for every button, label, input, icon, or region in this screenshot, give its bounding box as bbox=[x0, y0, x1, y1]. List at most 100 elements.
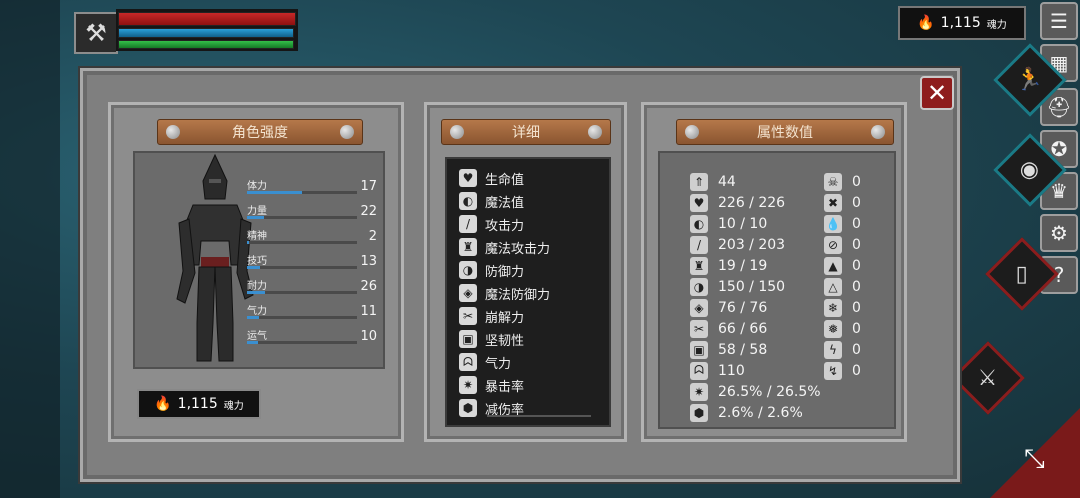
stat-fill bbox=[247, 291, 265, 294]
attribute-row: ϟ0 bbox=[824, 339, 861, 360]
soul-unit: 魂力 bbox=[986, 19, 1007, 31]
soul-button[interactable]: 🔥 1,115 魂力 bbox=[137, 389, 261, 419]
bolt-icon bbox=[588, 125, 602, 139]
attribute-row: ◈ 76 / 76 bbox=[690, 297, 767, 318]
heart-icon: ♥ bbox=[690, 193, 708, 212]
list-item[interactable]: ▣ 坚韧性 bbox=[459, 328, 609, 350]
strength-title: 角色强度 bbox=[232, 125, 288, 141]
attribute-row: ✖ 0 bbox=[824, 192, 861, 213]
knight-figure bbox=[176, 153, 254, 362]
reduction-icon: ⬢ bbox=[690, 403, 708, 422]
list-item[interactable]: ✂ 崩解力 bbox=[459, 305, 609, 327]
attribute-row: △ 0 bbox=[824, 276, 861, 297]
settings-button[interactable]: ⚙ bbox=[1040, 214, 1078, 252]
shield-icon: ◑ bbox=[459, 261, 477, 279]
stat-row: 力量 22 bbox=[247, 204, 377, 219]
helmet-icon: ⛑ bbox=[1046, 95, 1072, 119]
bolt-icon bbox=[450, 125, 464, 139]
stat-row: 运气 10 bbox=[247, 329, 377, 344]
soul-unit: 魂力 bbox=[223, 400, 244, 412]
shield-icon: ◑ bbox=[690, 277, 708, 296]
list-item[interactable]: ◈ 魔法防御力 bbox=[459, 282, 609, 304]
flame-icon: 🔥 bbox=[917, 15, 935, 31]
stat-fill bbox=[247, 216, 264, 219]
details-title: 详细 bbox=[512, 125, 540, 141]
stat-fill bbox=[247, 241, 250, 244]
sword-icon: / bbox=[459, 215, 477, 233]
stat-fill bbox=[247, 316, 260, 319]
attribute-row: ❅ 0 bbox=[824, 318, 861, 339]
expand-icon[interactable]: ⤡ bbox=[1024, 444, 1045, 475]
attribute-row: ⇑ 44 bbox=[690, 171, 736, 192]
attribute-row: ᗣ 110 bbox=[690, 360, 745, 381]
crit-icon: ✷ bbox=[459, 376, 477, 394]
stat-row: 耐力 26 bbox=[247, 279, 377, 294]
bolt-icon bbox=[166, 125, 180, 139]
break-icon: ✂ bbox=[690, 319, 708, 338]
reduction-icon: ⬢ bbox=[459, 399, 477, 417]
list-item[interactable]: ✷ 暴击率 bbox=[459, 374, 609, 396]
attribute-row: ▣ 58 / 58 bbox=[690, 339, 767, 360]
stat-fill bbox=[247, 266, 261, 269]
attribute-row: ↯ 0 bbox=[824, 360, 861, 381]
stat-row: 技巧 13 bbox=[247, 254, 377, 269]
attribute-row: ◐ 10 / 10 bbox=[690, 213, 767, 234]
character-preview: 体力 17 力量 22 精神 2 技巧 13 耐力 26 气力 11 运气 10 bbox=[133, 151, 385, 369]
mana-bar bbox=[118, 28, 294, 38]
lungs-icon: ᗣ bbox=[690, 361, 708, 380]
crit-icon: ✷ bbox=[690, 382, 708, 401]
attribute-row: ✂ 66 / 66 bbox=[690, 318, 767, 339]
list-item[interactable]: ᗣ 气力 bbox=[459, 351, 609, 373]
stat-row: 气力 11 bbox=[247, 304, 377, 319]
bolt-icon bbox=[685, 125, 699, 139]
details-list[interactable]: ♥ 生命值 ◐ 魔法值 / 攻击力 ♜ 魔法攻击力 ◑ 防御力 ◈ 魔法防御力 ✂ 崩解力 ▣… bbox=[445, 157, 611, 427]
skull-icon: ☠ bbox=[824, 172, 842, 191]
list-item[interactable]: ◐ 魔法值 bbox=[459, 190, 609, 212]
axe-icon[interactable]: ⚒ bbox=[74, 12, 118, 54]
bolt-icon bbox=[871, 125, 885, 139]
break-icon: ✂ bbox=[459, 307, 477, 325]
attribute-row: ❄ 0 bbox=[824, 297, 861, 318]
attribute-row: ♜ 19 / 19 bbox=[690, 255, 767, 276]
list-icon: ☰ bbox=[1050, 9, 1068, 33]
attribute-row: ☠ 0 bbox=[824, 171, 861, 192]
level-icon: ⇑ bbox=[690, 172, 708, 191]
attributes-title: 属性数值 bbox=[757, 125, 813, 141]
list-item[interactable]: ♥ 生命值 bbox=[459, 167, 609, 189]
magic-shield-icon: ◈ bbox=[459, 284, 477, 302]
helmet-icon: ▣ bbox=[459, 330, 477, 348]
magic-shield-icon: ◈ bbox=[690, 298, 708, 317]
blood-icon: 💧 bbox=[824, 214, 842, 233]
fire-icon: ▲ bbox=[824, 256, 842, 275]
attribute-row: 💧 0 bbox=[824, 214, 861, 233]
stat-fill bbox=[247, 341, 258, 344]
background-shadow bbox=[0, 0, 60, 498]
list-item[interactable]: ♜ 魔法攻击力 bbox=[459, 236, 609, 258]
gear-icon: ⚙ bbox=[1050, 221, 1068, 245]
health-bar bbox=[118, 12, 296, 26]
lightning-resist-icon: ↯ bbox=[824, 361, 842, 380]
stat-row: 精神 2 bbox=[247, 229, 377, 244]
frost-icon: ❄ bbox=[824, 298, 842, 317]
lightning-icon: ϟ bbox=[824, 340, 842, 359]
list-item[interactable]: ◑ 防御力 bbox=[459, 259, 609, 281]
strength-panel: 角色强度 体力 17 力量 22 精神 2 技巧 13 耐力 26 气力 11 运气 10 🔥… bbox=[108, 102, 404, 442]
attribute-row: /203 / 203 bbox=[690, 234, 785, 255]
list-menu-button[interactable]: ☰ bbox=[1040, 2, 1078, 40]
sword-icon: ⚔ bbox=[978, 365, 998, 391]
attributes-panel: 属性数值 ⇑ 44 ♥ 226 / 226 ◐ 10 / 10 /203 / 203 … bbox=[641, 102, 907, 442]
list-item[interactable]: / 攻击力 bbox=[459, 213, 609, 235]
attribute-row: ▲ 0 bbox=[824, 255, 861, 276]
mana-icon: ◐ bbox=[459, 192, 477, 210]
flame-icon: 🔥 bbox=[154, 396, 172, 412]
details-panel: 详细 ♥ 生命值 ◐ 魔法值 / 攻击力 ♜ 魔法攻击力 ◑ 防御力 ◈ 魔法防御力 ✂ 崩解… bbox=[424, 102, 627, 442]
scrollbar[interactable] bbox=[487, 415, 591, 417]
close-button[interactable]: ✕ bbox=[920, 76, 954, 110]
sword-icon: / bbox=[690, 235, 708, 254]
attributes-table: ⇑ 44 ♥ 226 / 226 ◐ 10 / 10 /203 / 203 ♜ 19 /… bbox=[658, 151, 896, 429]
bones-icon: ✖ bbox=[824, 193, 842, 212]
eye-icon: ◉ bbox=[1020, 157, 1040, 183]
lungs-icon: ᗣ bbox=[459, 353, 477, 371]
poison-icon: ⊘ bbox=[824, 235, 842, 254]
soul-amount: 1,115 bbox=[177, 396, 218, 412]
